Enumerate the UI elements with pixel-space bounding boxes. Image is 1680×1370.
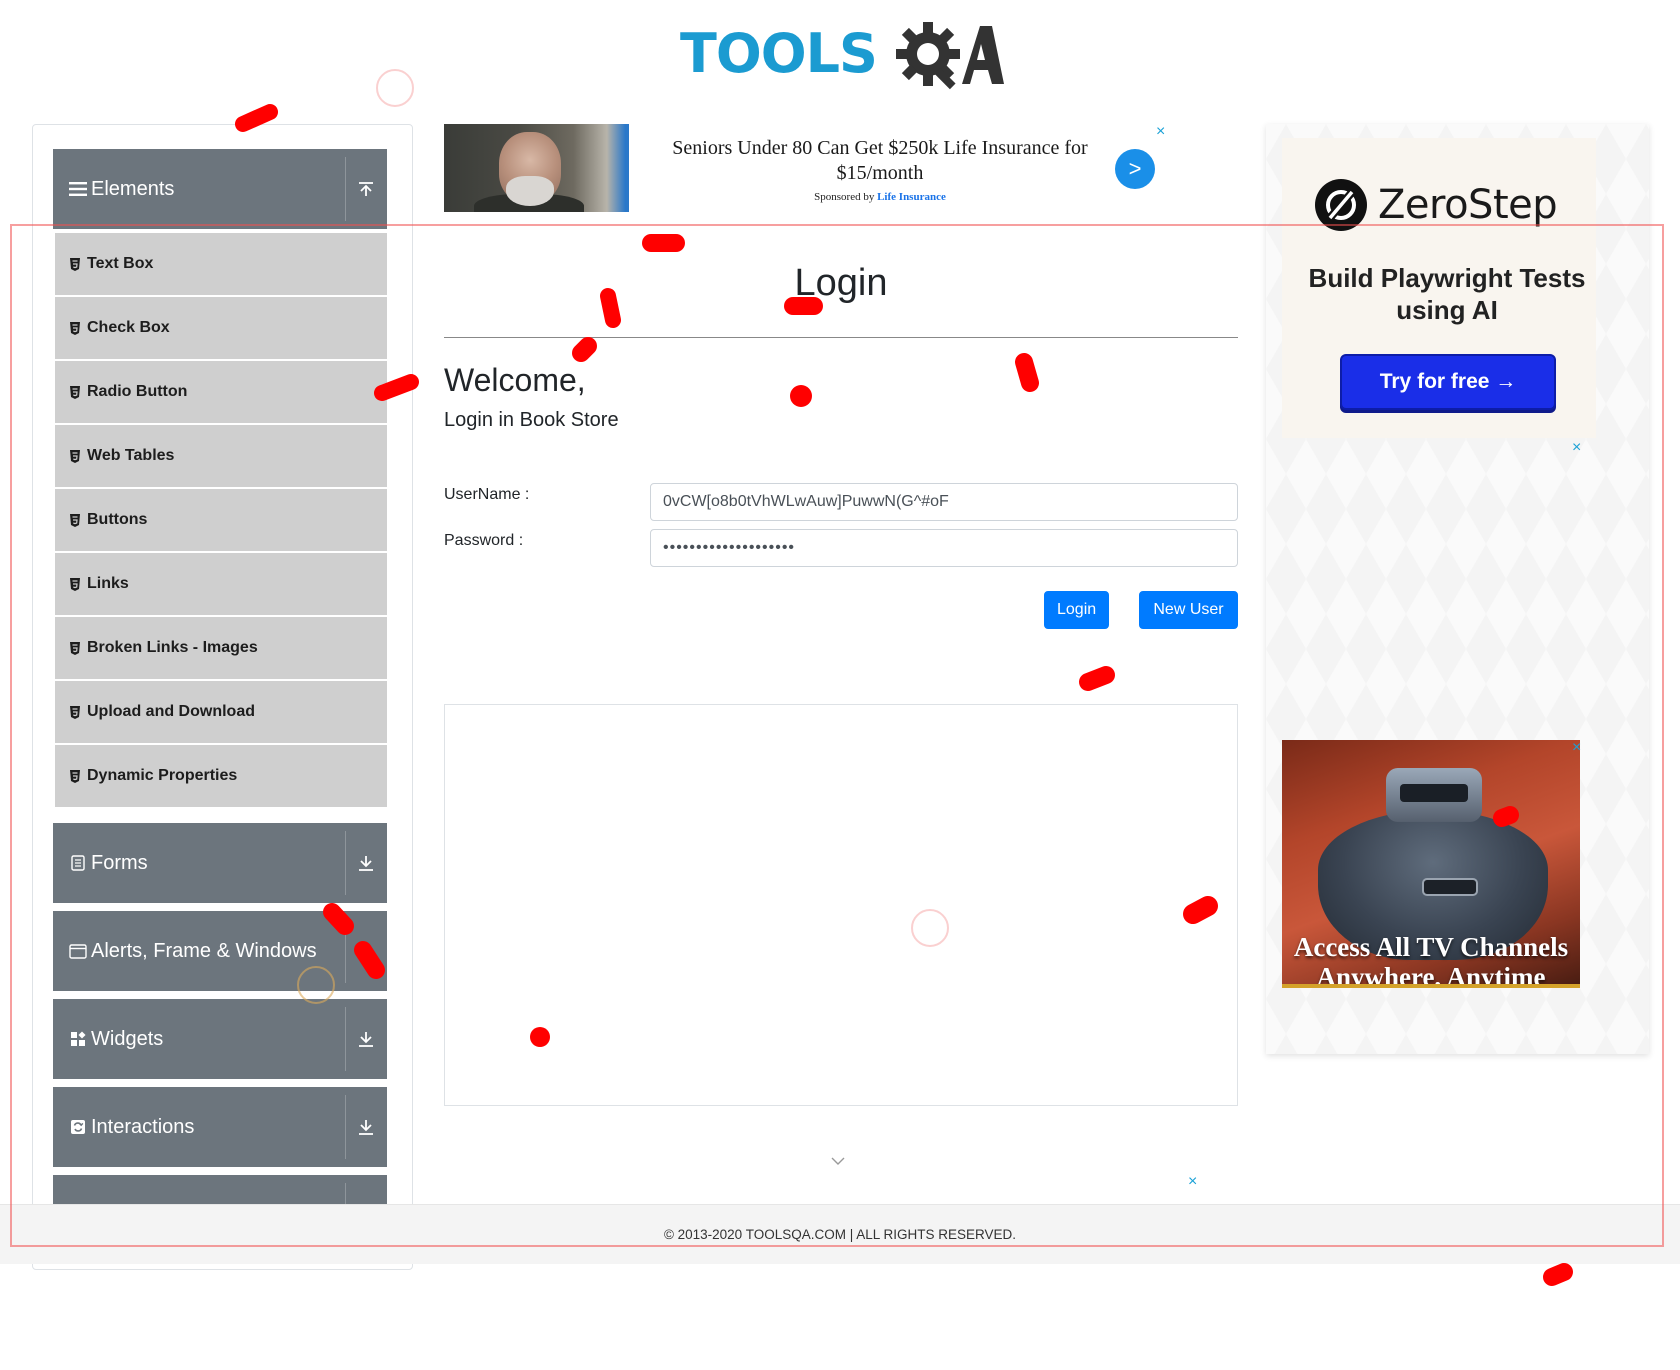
widgets-icon xyxy=(69,999,87,1079)
collapse-arrow-icon[interactable] xyxy=(351,149,381,229)
sidebar-item-upload-download[interactable]: Upload and Download xyxy=(55,681,387,743)
password-input[interactable] xyxy=(650,529,1238,567)
html5-icon xyxy=(70,257,80,271)
login-button[interactable]: Login xyxy=(1044,591,1109,629)
ad-slot-output-box xyxy=(444,704,1238,1106)
footer-copyright: © 2013-2020 TOOLSQA.COM | ALL RIGHTS RES… xyxy=(663,1227,1017,1242)
sidebar-item-check-box[interactable]: Check Box xyxy=(55,297,387,359)
ad-close-icon[interactable]: × xyxy=(1156,124,1165,140)
sidebar-item-label: Buttons xyxy=(87,511,148,528)
new-user-button[interactable]: New User xyxy=(1139,591,1238,629)
username-label: UserName : xyxy=(444,486,530,503)
logo-text: TOOLS xyxy=(680,22,878,85)
ad-photo xyxy=(444,124,629,212)
sidebar-item-web-tables[interactable]: Web Tables xyxy=(55,425,387,487)
welcome-subheading: Login in Book Store xyxy=(444,409,619,431)
html5-icon xyxy=(70,577,80,591)
ad-photo-beard xyxy=(506,176,554,206)
title-divider xyxy=(444,337,1238,338)
sidebar-item-dynamic-properties[interactable]: Dynamic Properties xyxy=(55,745,387,807)
expand-arrow-icon[interactable] xyxy=(351,823,381,903)
group-separator xyxy=(345,157,346,221)
sidebar-item-links[interactable]: Links xyxy=(55,553,387,615)
group-separator xyxy=(345,919,346,983)
ad-go-button[interactable]: > xyxy=(1115,149,1155,189)
html5-icon xyxy=(70,641,80,655)
sidebar-item-label: Check Box xyxy=(87,319,170,336)
ad-sponsor: Sponsored by Life Insurance xyxy=(654,191,1106,203)
sidebar: Elements Text Box Check Box Radio Button… xyxy=(32,124,413,1270)
welcome-heading: Welcome, xyxy=(444,362,586,398)
sidebar-item-buttons[interactable]: Buttons xyxy=(55,489,387,551)
toolsqa-logo[interactable]: TOOLS xyxy=(680,18,1004,90)
annotation-ring xyxy=(376,69,414,107)
window-icon xyxy=(69,911,87,991)
username-input[interactable] xyxy=(650,483,1238,521)
group-header-widgets[interactable]: Widgets xyxy=(53,999,387,1079)
html5-icon xyxy=(70,705,80,719)
group-header-alerts[interactable]: Alerts, Frame & Windows xyxy=(53,911,387,991)
annotation-stroke xyxy=(1543,1263,1573,1286)
sidebar-item-text-box[interactable]: Text Box xyxy=(55,233,387,295)
html5-icon xyxy=(70,513,80,527)
html5-icon xyxy=(70,769,80,783)
bottom-ad-close-icon[interactable]: × xyxy=(1188,1174,1197,1190)
page-title: Login xyxy=(794,262,888,304)
html5-icon xyxy=(70,449,80,463)
html5-icon xyxy=(70,321,80,335)
group-label-elements: Elements xyxy=(91,177,175,200)
group-separator xyxy=(345,1095,346,1159)
group-separator xyxy=(345,1007,346,1071)
group-header-forms[interactable]: Forms xyxy=(53,823,387,903)
expand-arrow-icon[interactable] xyxy=(351,911,381,991)
tv-ad[interactable]: Access All TV Channels Anywhere, Anytime xyxy=(1282,740,1580,988)
hamburger-icon xyxy=(69,149,87,229)
sidebar-item-label: Dynamic Properties xyxy=(87,767,238,784)
document-icon xyxy=(69,823,87,903)
try-for-free-button[interactable]: Try for free → xyxy=(1340,354,1556,410)
banner-ad[interactable]: Seniors Under 80 Can Get $250k Life Insu… xyxy=(444,124,1180,212)
footer: © 2013-2020 TOOLSQA.COM | ALL RIGHTS RES… xyxy=(0,1204,1680,1264)
annotation-stroke xyxy=(1079,666,1115,691)
html5-icon xyxy=(70,385,80,399)
usb-port-image xyxy=(1422,878,1478,896)
group-label-widgets: Widgets xyxy=(91,1027,164,1050)
group-header-elements[interactable]: Elements xyxy=(53,149,387,229)
ad-sponsor-prefix: Sponsored by xyxy=(814,191,875,203)
right-ad-close-icon[interactable]: × xyxy=(1572,440,1581,456)
sidebar-item-label: Links xyxy=(87,575,129,592)
group-header-interactions[interactable]: Interactions xyxy=(53,1087,387,1167)
annotation-stroke xyxy=(572,337,597,362)
logo-gear-qa-icon xyxy=(896,22,1004,90)
sidebar-item-radio-button[interactable]: Radio Button xyxy=(55,361,387,423)
tv-ad-headline: Access All TV Channels Anywhere, Anytime xyxy=(1293,932,1569,988)
interactions-icon xyxy=(69,1087,87,1167)
ad-headline[interactable]: Seniors Under 80 Can Get $250k Life Insu… xyxy=(654,136,1106,186)
group-label-interactions: Interactions xyxy=(91,1115,195,1138)
ad-sponsor-name[interactable]: Life Insurance xyxy=(877,191,946,203)
password-label: Password : xyxy=(444,532,524,549)
chevron-down-icon[interactable] xyxy=(830,1154,846,1168)
annotation-stroke xyxy=(1015,353,1039,392)
zerostep-brand: ZeroStep xyxy=(1378,182,1558,228)
tv-ad-close-icon[interactable]: × xyxy=(1572,740,1581,756)
right-ad: ZeroStep Build Playwright Tests using AI… xyxy=(1266,124,1649,1054)
group-label-alerts: Alerts, Frame & Windows xyxy=(91,939,317,962)
hdmi-plug-image xyxy=(1386,768,1482,822)
annotation-stroke xyxy=(235,104,278,132)
sidebar-item-label: Upload and Download xyxy=(87,703,255,720)
group-separator xyxy=(345,831,346,895)
sidebar-item-label: Radio Button xyxy=(87,383,188,400)
sidebar-item-label: Web Tables xyxy=(87,447,175,464)
zerostep-tagline: Build Playwright Tests using AI xyxy=(1308,263,1586,325)
expand-arrow-icon[interactable] xyxy=(351,1087,381,1167)
expand-arrow-icon[interactable] xyxy=(351,999,381,1079)
sidebar-item-label: Text Box xyxy=(87,255,154,272)
sidebar-item-broken-links[interactable]: Broken Links - Images xyxy=(55,617,387,679)
group-label-forms: Forms xyxy=(91,851,148,874)
annotation-dot xyxy=(790,385,812,407)
zerostep-ad[interactable]: ZeroStep Build Playwright Tests using AI… xyxy=(1282,138,1596,438)
zerostep-logo-icon xyxy=(1315,179,1367,231)
sidebar-item-label: Broken Links - Images xyxy=(87,639,258,656)
